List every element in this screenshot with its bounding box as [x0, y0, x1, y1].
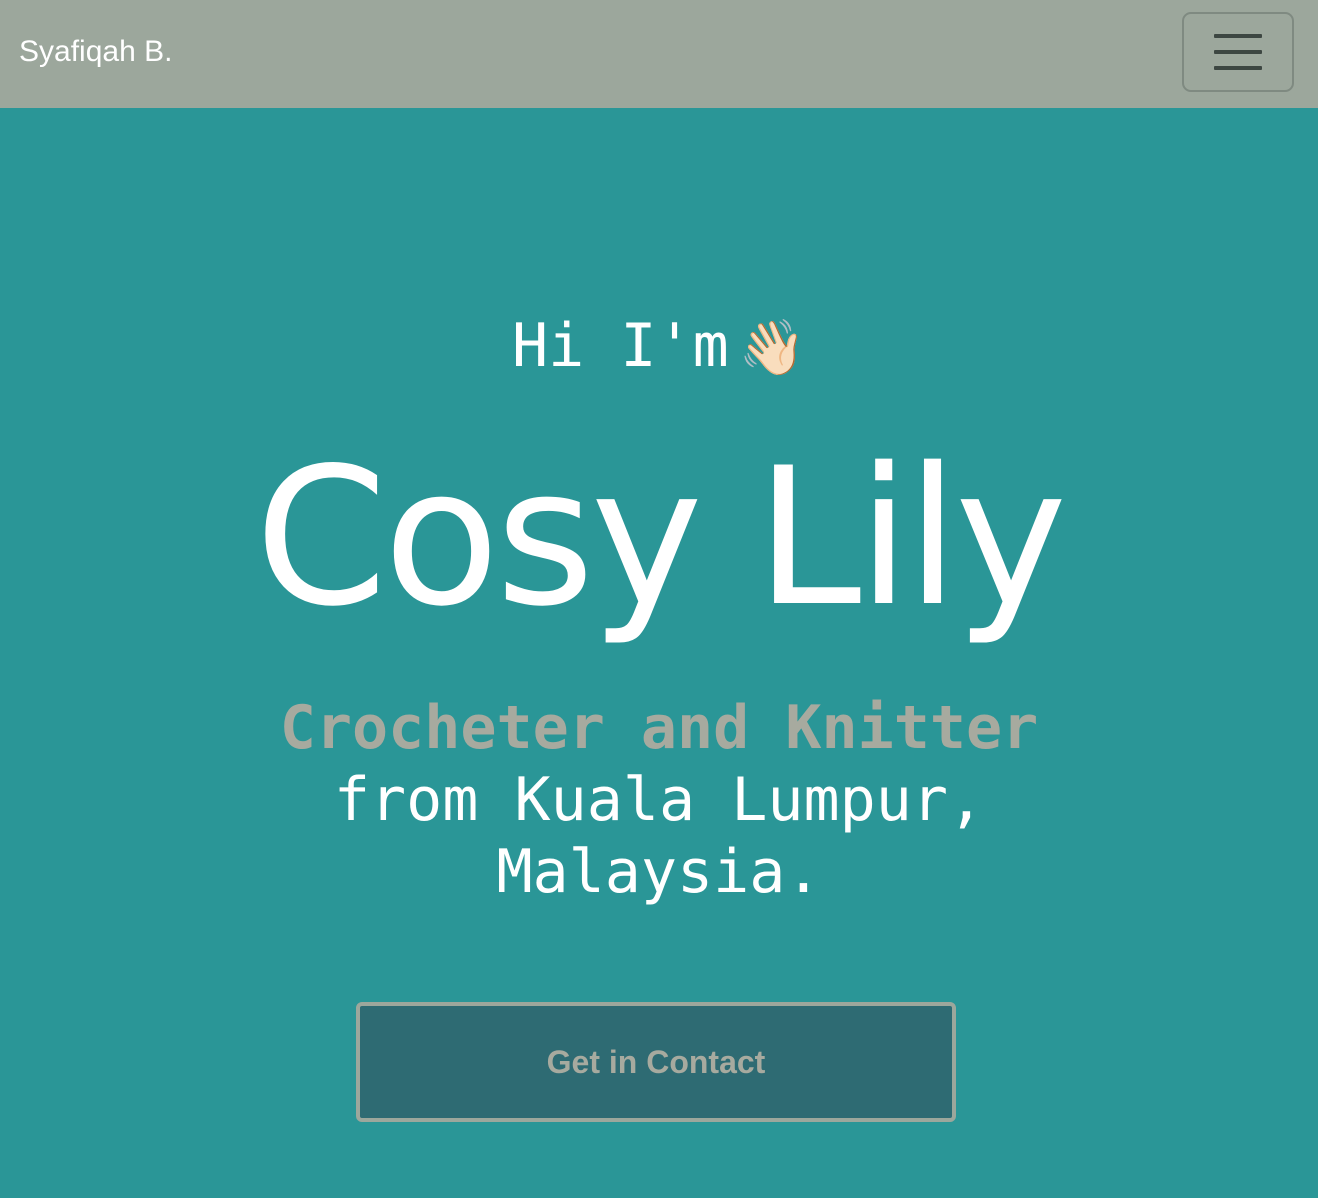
- hamburger-menu-icon-bar: [1214, 66, 1262, 70]
- hamburger-menu-icon: [1214, 34, 1262, 38]
- hero-location: from Kuala Lumpur, Malaysia.: [333, 765, 985, 907]
- hero-title: Cosy Lily: [254, 427, 1068, 648]
- navbar-brand[interactable]: Syafiqah B.: [19, 33, 172, 71]
- get-in-contact-button[interactable]: Get in Contact: [356, 1002, 956, 1122]
- hero-role: Crocheter and Knitter: [279, 693, 1039, 763]
- greeting-text: Hi I'm: [512, 311, 729, 381]
- navbar: Syafiqah B.: [0, 0, 1318, 108]
- hamburger-menu-icon-bar: [1214, 50, 1262, 54]
- waving-hand-icon: 👋🏻: [738, 316, 806, 379]
- navbar-toggler-button[interactable]: [1182, 12, 1294, 92]
- hero-section: Hi I'm 👋🏻 Cosy Lily Crocheter and Knitter…: [0, 108, 1318, 1198]
- greeting-line: Hi I'm 👋🏻: [0, 310, 1318, 384]
